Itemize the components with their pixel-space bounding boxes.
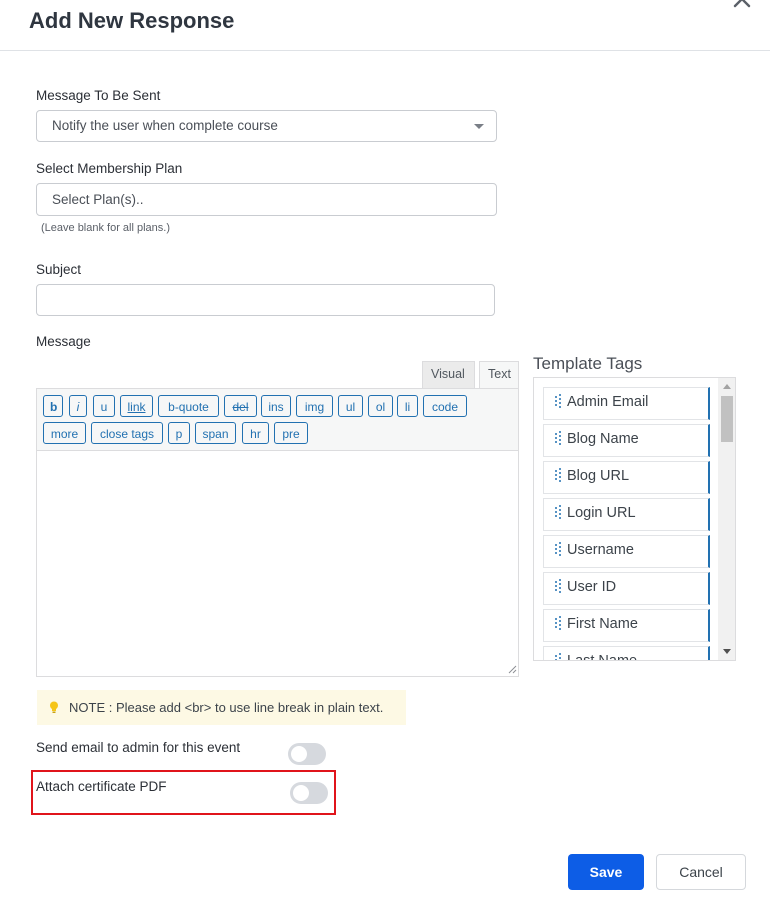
toolbar-p-button[interactable]: p — [168, 422, 190, 444]
toolbar-hr-button[interactable]: hr — [242, 422, 269, 444]
template-tag-label: Username — [567, 542, 634, 558]
send-admin-email-label: Send email to admin for this event — [36, 740, 241, 755]
drag-handle-icon — [555, 468, 561, 482]
template-tag-label: User ID — [567, 579, 617, 595]
template-tag-label: Blog URL — [567, 468, 630, 484]
toolbar-code-button[interactable]: code — [423, 395, 467, 417]
resize-handle-icon[interactable] — [508, 665, 517, 674]
message-to-send-select[interactable]: Notify the user when complete course — [36, 110, 497, 142]
message-label: Message — [36, 334, 91, 349]
toggle-knob — [291, 746, 307, 762]
template-tag-first-name[interactable]: First Name — [543, 609, 710, 642]
lightbulb-icon — [50, 701, 58, 713]
template-tag-last-name[interactable]: Last Name — [543, 646, 710, 661]
drag-handle-icon — [555, 616, 561, 630]
template-tag-blog-name[interactable]: Blog Name — [543, 424, 710, 457]
drag-handle-icon — [555, 431, 561, 445]
tab-visual[interactable]: Visual — [422, 361, 475, 388]
membership-plan-label: Select Membership Plan — [36, 161, 183, 176]
scroll-down-arrow-icon[interactable] — [723, 649, 731, 654]
toolbar-img-button[interactable]: img — [296, 395, 333, 417]
drag-handle-icon — [555, 505, 561, 519]
modal-header: Add New Response — [0, 0, 770, 51]
send-admin-email-toggle[interactable] — [288, 743, 326, 765]
template-tags-list[interactable]: Admin Email Blog Name Blog URL Login URL… — [533, 377, 736, 661]
subject-label: Subject — [36, 262, 82, 277]
message-to-send-label: Message To Be Sent — [36, 88, 161, 103]
toolbar-italic-button[interactable]: i — [69, 395, 87, 417]
scroll-up-arrow-icon[interactable] — [723, 384, 731, 389]
template-tag-admin-email[interactable]: Admin Email — [543, 387, 710, 420]
drag-handle-icon — [555, 653, 561, 660]
toolbar-bquote-button[interactable]: b-quote — [158, 395, 219, 417]
toggle-knob — [293, 785, 309, 801]
template-tag-label: Admin Email — [567, 394, 649, 410]
toolbar-span-button[interactable]: span — [195, 422, 236, 444]
toolbar-del-button[interactable]: del — [224, 395, 257, 417]
toolbar-underline-button[interactable]: u — [93, 395, 115, 417]
template-tag-label: Last Name — [567, 653, 638, 661]
message-to-send-value: Notify the user when complete course — [52, 118, 278, 133]
template-tag-blog-url[interactable]: Blog URL — [543, 461, 710, 494]
tab-text[interactable]: Text — [479, 361, 519, 388]
subject-input[interactable] — [36, 284, 495, 316]
note-text: NOTE : Please add <br> to use line break… — [69, 700, 384, 715]
template-tag-label: Login URL — [567, 505, 636, 521]
toolbar-close-tags-button[interactable]: close tags — [91, 422, 163, 444]
template-tag-username[interactable]: Username — [543, 535, 710, 568]
toolbar-ins-button[interactable]: ins — [261, 395, 291, 417]
membership-plan-hint: (Leave blank for all plans.) — [41, 222, 171, 234]
attach-certificate-label: Attach certificate PDF — [36, 779, 167, 794]
membership-plan-input[interactable] — [36, 183, 497, 216]
template-tags-title: Template Tags — [533, 354, 643, 373]
attach-certificate-toggle[interactable] — [290, 782, 328, 804]
toolbar-link-button[interactable]: link — [120, 395, 153, 417]
drag-handle-icon — [555, 394, 561, 408]
toolbar-ol-button[interactable]: ol — [368, 395, 393, 417]
toolbar-bold-button[interactable]: b — [43, 395, 63, 417]
template-tag-user-id[interactable]: User ID — [543, 572, 710, 605]
close-icon[interactable] — [733, 0, 751, 8]
template-tag-label: Blog Name — [567, 431, 639, 447]
toolbar-pre-button[interactable]: pre — [274, 422, 308, 444]
save-button[interactable]: Save — [568, 854, 644, 890]
message-textarea[interactable] — [36, 450, 519, 677]
template-tag-login-url[interactable]: Login URL — [543, 498, 710, 531]
template-tag-label: First Name — [567, 616, 638, 632]
scroll-thumb[interactable] — [721, 396, 733, 442]
cancel-button[interactable]: Cancel — [656, 854, 746, 890]
drag-handle-icon — [555, 579, 561, 593]
modal-title: Add New Response — [29, 8, 235, 33]
chevron-down-icon — [474, 124, 484, 129]
toolbar-li-button[interactable]: li — [397, 395, 418, 417]
template-tags-scrollbar[interactable] — [718, 378, 735, 660]
editor-toolbar: b i u link b-quote del ins img ul ol li … — [36, 388, 519, 450]
drag-handle-icon — [555, 542, 561, 556]
line-break-note: NOTE : Please add <br> to use line break… — [37, 690, 406, 725]
toolbar-ul-button[interactable]: ul — [338, 395, 363, 417]
toolbar-more-button[interactable]: more — [43, 422, 86, 444]
